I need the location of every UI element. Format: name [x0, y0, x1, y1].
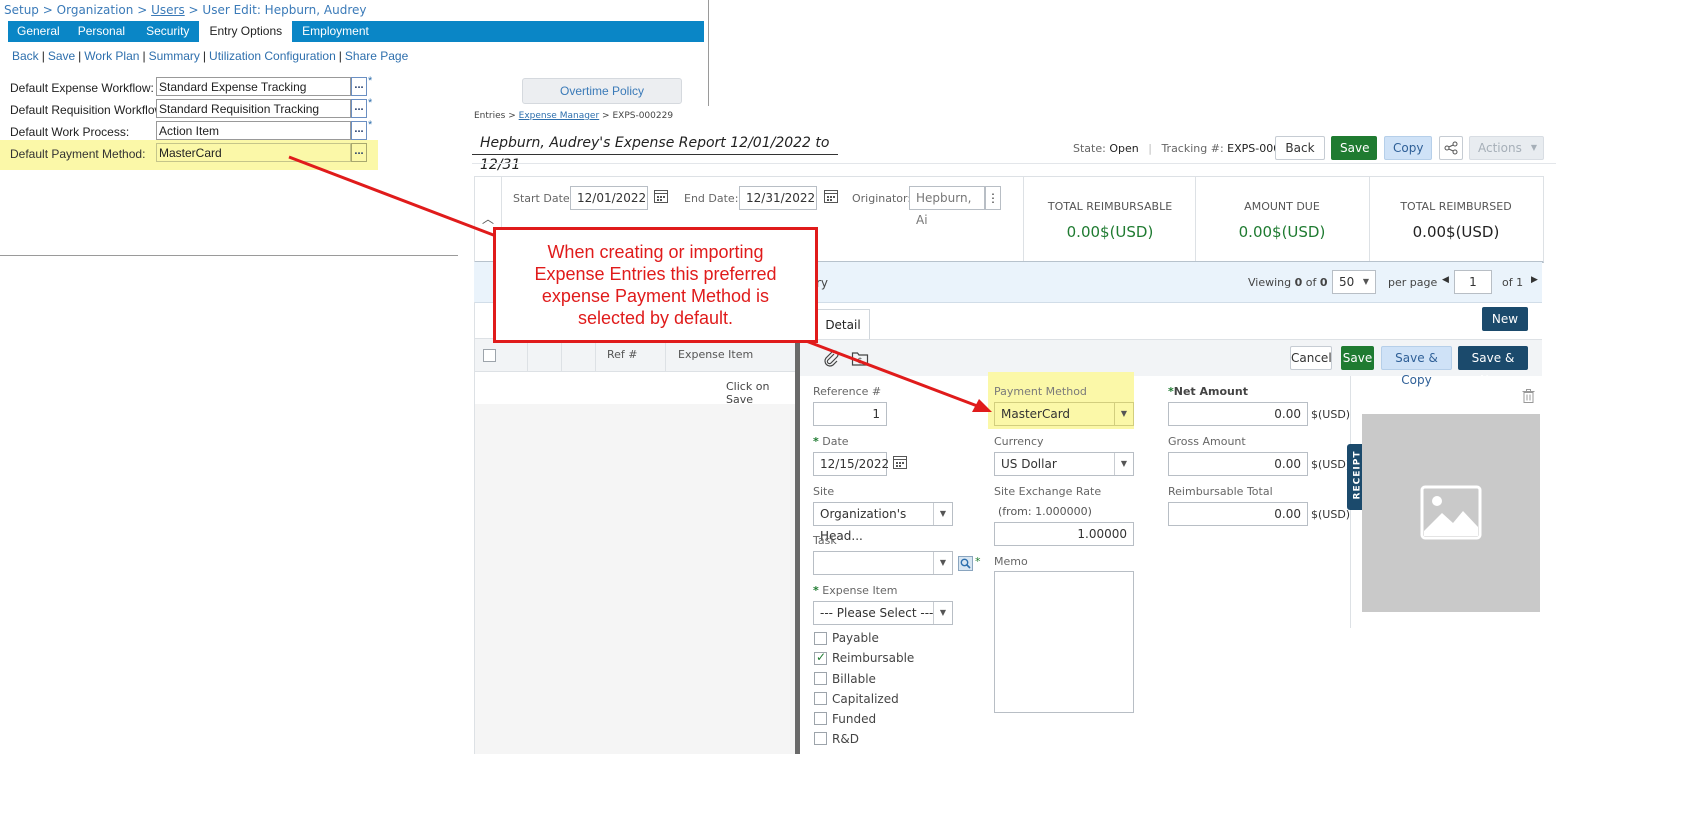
annotation-arrows: [288, 155, 992, 412]
arrow-line-to-field: [805, 339, 981, 409]
arrow-line-to-callout: [288, 155, 497, 238]
callout-text: When creating or importing Expense Entri…: [534, 242, 777, 328]
annotation-callout: When creating or importing Expense Entri…: [493, 227, 818, 343]
